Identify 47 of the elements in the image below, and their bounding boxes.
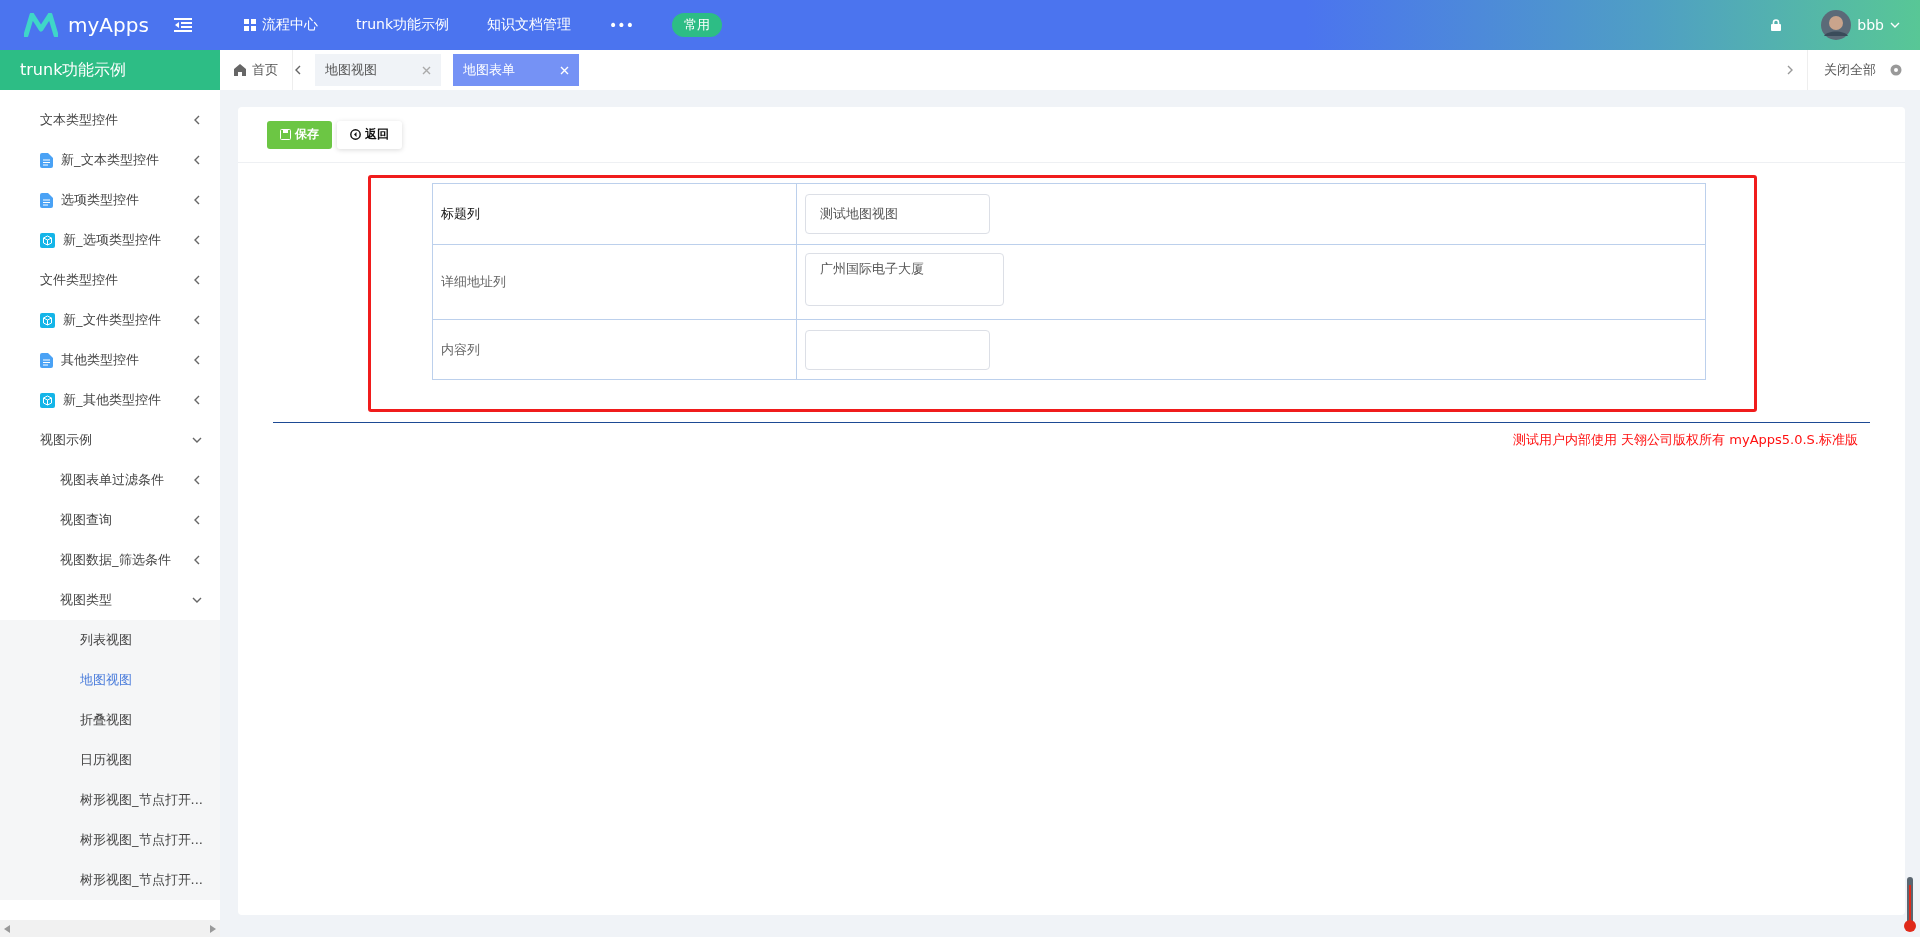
sidebar-item[interactable]: 日历视图	[0, 740, 220, 780]
cube-icon	[40, 312, 55, 328]
text-area[interactable]: 广州国际电子大厦	[805, 253, 1004, 306]
document-icon	[40, 352, 53, 368]
input-field[interactable]	[805, 329, 990, 370]
input-field[interactable]: 测试地图视图	[805, 194, 990, 234]
chevron-down-icon	[192, 595, 202, 605]
field-label: 详细地址列	[433, 245, 797, 319]
document-icon	[40, 152, 53, 168]
sidebar-item[interactable]: 折叠视图	[0, 700, 220, 740]
field-label: 内容列	[433, 320, 797, 379]
sidebar-item[interactable]: 树形视图_节点打开...	[0, 860, 220, 900]
nav-item[interactable]: •••	[609, 17, 634, 33]
sidebar-item[interactable]: 树形视图_节点打开...	[0, 820, 220, 860]
home-tab[interactable]: 首页	[220, 50, 293, 90]
document-icon	[40, 192, 53, 208]
menu-icon[interactable]	[174, 18, 192, 32]
chevron-down-icon	[1890, 20, 1900, 30]
nav-item[interactable]: 知识文档管理	[487, 16, 572, 34]
back-icon	[350, 129, 361, 140]
sidebar-item[interactable]: 地图视图	[0, 660, 220, 700]
sidebar-title: trunk功能示例	[0, 50, 220, 90]
gear-icon[interactable]	[1890, 64, 1902, 76]
tab[interactable]: 地图视图	[315, 54, 441, 86]
field-label: 标题列	[433, 184, 797, 244]
app-name: myApps	[68, 13, 149, 37]
cube-icon	[40, 232, 55, 248]
save-icon	[280, 129, 291, 140]
close-icon[interactable]	[422, 65, 431, 75]
close-all-button[interactable]: 关闭全部	[1824, 61, 1876, 79]
back-button[interactable]: 返回	[337, 120, 402, 149]
cube-icon	[40, 392, 55, 408]
avatar[interactable]	[1821, 10, 1852, 40]
chevron-down-icon	[192, 435, 202, 445]
nav-item[interactable]: 流程中心	[244, 16, 318, 34]
scroll-left-icon[interactable]	[4, 924, 10, 933]
home-icon	[234, 64, 246, 76]
copyright-text: 测试用户内部使用 天翎公司版权所有 myApps5.0.S.标准版	[1512, 431, 1858, 449]
lock-icon[interactable]	[1771, 19, 1782, 31]
sidebar-item[interactable]: 列表视图	[0, 620, 220, 660]
scroll-right-icon[interactable]	[210, 924, 216, 933]
nav-item[interactable]: trunk功能示例	[356, 16, 450, 34]
grid-icon	[244, 19, 256, 31]
scrollbar[interactable]	[0, 920, 220, 937]
sidebar-item[interactable]: 树形视图_节点打开...	[0, 780, 220, 820]
thermometer-icon	[1904, 877, 1916, 933]
logo-icon	[24, 13, 58, 37]
